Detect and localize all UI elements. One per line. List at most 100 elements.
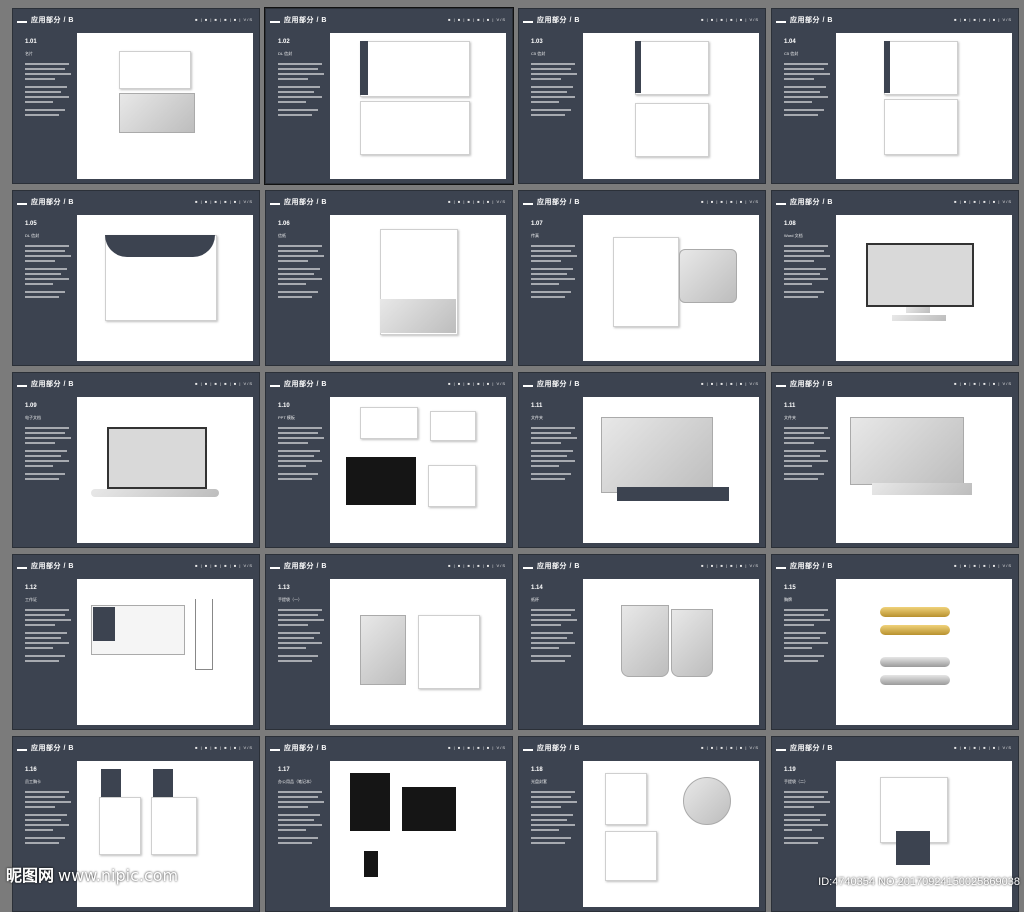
header-notch [776, 203, 786, 205]
section-number: 1.11 [784, 403, 796, 409]
page-thumbnail[interactable]: 应用部分 / B ■ | ■ | ■ | ■ | ■ | V/S 1.17 办公用品（… [265, 736, 513, 912]
header-notch [523, 749, 533, 751]
section-number: 1.03 [531, 39, 543, 45]
page-body: 1.15 胸牌 [778, 579, 1012, 725]
header-section-label: 应用部分 / B [31, 745, 74, 752]
header-nav-marks: ■ | ■ | ■ | ■ | ■ | V/S [195, 563, 253, 568]
description-text-lines [25, 791, 72, 844]
header-notch [523, 21, 533, 23]
mockup-canvas [836, 215, 1012, 361]
page-thumbnail[interactable]: 应用部分 / B ■ | ■ | ■ | ■ | ■ | V/S 1.10 PPT 模… [265, 372, 513, 548]
header-notch [270, 749, 280, 751]
section-title: 胸牌 [784, 597, 792, 602]
description-text-lines [531, 791, 578, 844]
page-body: 1.10 PPT 模板 [272, 397, 506, 543]
image-id-watermark: ID:4740354 NO:20170924150025869038 [818, 876, 1020, 888]
header-notch [523, 203, 533, 205]
page-thumbnail[interactable]: 应用部分 / B ■ | ■ | ■ | ■ | ■ | V/S 1.12 工作证 [12, 554, 260, 730]
mockup-canvas [330, 397, 506, 543]
section-number: 1.02 [278, 39, 290, 45]
header-notch [17, 21, 27, 23]
header-section-label: 应用部分 / B [790, 563, 833, 570]
page-sidebar: 1.05 DL 信封 [19, 215, 77, 361]
header-notch [523, 385, 533, 387]
page-body: 1.17 办公用品（笔记本） [272, 761, 506, 907]
page-body: 1.11 文件夹 [525, 397, 759, 543]
page-thumbnail[interactable]: 应用部分 / B ■ | ■ | ■ | ■ | ■ | V/S 1.09 电子文档 [12, 372, 260, 548]
page-body: 1.01 名片 [19, 33, 253, 179]
mockup-canvas [330, 215, 506, 361]
page-sidebar: 1.07 传真 [525, 215, 583, 361]
mockup-canvas [77, 215, 253, 361]
page-thumbnail-grid: 应用部分 / B ■ | ■ | ■ | ■ | ■ | V/S 1.01 名片 应用部… [12, 7, 1019, 912]
header-section-label: 应用部分 / B [284, 563, 327, 570]
page-thumbnail[interactable]: 应用部分 / B ■ | ■ | ■ | ■ | ■ | V/S 1.03 C5 信封 [518, 8, 766, 184]
section-number: 1.09 [25, 403, 37, 409]
section-title: DL 信封 [278, 51, 293, 56]
header-notch [523, 567, 533, 569]
page-header: 应用部分 / B ■ | ■ | ■ | ■ | ■ | V/S [519, 555, 765, 579]
section-number: 1.16 [25, 767, 37, 773]
header-section-label: 应用部分 / B [537, 381, 580, 388]
section-title: 手提袋（二） [784, 779, 808, 784]
page-body: 1.02 DL 信封 [272, 33, 506, 179]
page-header: 应用部分 / B ■ | ■ | ■ | ■ | ■ | V/S [13, 373, 259, 397]
page-header: 应用部分 / B ■ | ■ | ■ | ■ | ■ | V/S [772, 9, 1018, 33]
page-body: 1.05 DL 信封 [19, 215, 253, 361]
mockup-canvas [330, 761, 506, 907]
header-notch [17, 749, 27, 751]
header-nav-marks: ■ | ■ | ■ | ■ | ■ | V/S [954, 745, 1012, 750]
mockup-canvas [836, 579, 1012, 725]
section-number: 1.15 [784, 585, 796, 591]
mockup-canvas [77, 579, 253, 725]
page-body: 1.09 电子文档 [19, 397, 253, 543]
page-body: 1.12 工作证 [19, 579, 253, 725]
header-section-label: 应用部分 / B [31, 381, 74, 388]
page-thumbnail[interactable]: 应用部分 / B ■ | ■ | ■ | ■ | ■ | V/S 1.01 名片 [12, 8, 260, 184]
nipic-watermark: 昵图网 www.nipic.com [6, 866, 179, 885]
mockup-canvas [583, 579, 759, 725]
description-text-lines [278, 609, 325, 662]
section-title: DL 信封 [25, 233, 40, 238]
header-nav-marks: ■ | ■ | ■ | ■ | ■ | V/S [195, 199, 253, 204]
header-section-label: 应用部分 / B [790, 17, 833, 24]
page-thumbnail[interactable]: 应用部分 / B ■ | ■ | ■ | ■ | ■ | V/S 1.02 DL 信封 [264, 7, 514, 185]
header-nav-marks: ■ | ■ | ■ | ■ | ■ | V/S [448, 17, 506, 22]
page-header: 应用部分 / B ■ | ■ | ■ | ■ | ■ | V/S [772, 555, 1018, 579]
section-title: 工作证 [25, 597, 37, 602]
page-thumbnail[interactable]: 应用部分 / B ■ | ■ | ■ | ■ | ■ | V/S 1.15 胸牌 [771, 554, 1019, 730]
page-thumbnail[interactable]: 应用部分 / B ■ | ■ | ■ | ■ | ■ | V/S 1.08 Word … [771, 190, 1019, 366]
page-body: 1.08 Word 文档 [778, 215, 1012, 361]
description-text-lines [531, 427, 578, 480]
page-sidebar: 1.12 工作证 [19, 579, 77, 725]
header-section-label: 应用部分 / B [31, 563, 74, 570]
page-thumbnail[interactable]: 应用部分 / B ■ | ■ | ■ | ■ | ■ | V/S 1.13 手提袋（一… [265, 554, 513, 730]
header-nav-marks: ■ | ■ | ■ | ■ | ■ | V/S [195, 381, 253, 386]
description-text-lines [278, 63, 325, 116]
page-body: 1.07 传真 [525, 215, 759, 361]
page-thumbnail[interactable]: 应用部分 / B ■ | ■ | ■ | ■ | ■ | V/S 1.06 信纸 [265, 190, 513, 366]
page-sidebar: 1.15 胸牌 [778, 579, 836, 725]
header-notch [776, 749, 786, 751]
page-thumbnail[interactable]: 应用部分 / B ■ | ■ | ■ | ■ | ■ | V/S 1.07 传真 [518, 190, 766, 366]
description-text-lines [25, 245, 72, 298]
section-number: 1.14 [531, 585, 543, 591]
mockup-canvas [836, 397, 1012, 543]
header-notch [17, 385, 27, 387]
page-header: 应用部分 / B ■ | ■ | ■ | ■ | ■ | V/S [13, 9, 259, 33]
page-thumbnail[interactable]: 应用部分 / B ■ | ■ | ■ | ■ | ■ | V/S 1.11 文件夹 [518, 372, 766, 548]
page-thumbnail[interactable]: 应用部分 / B ■ | ■ | ■ | ■ | ■ | V/S 1.04 C5 信封 [771, 8, 1019, 184]
page-body: 1.03 C5 信封 [525, 33, 759, 179]
header-nav-marks: ■ | ■ | ■ | ■ | ■ | V/S [448, 381, 506, 386]
page-header: 应用部分 / B ■ | ■ | ■ | ■ | ■ | V/S [13, 555, 259, 579]
page-thumbnail[interactable]: 应用部分 / B ■ | ■ | ■ | ■ | ■ | V/S 1.11 文件夹 [771, 372, 1019, 548]
header-notch [270, 385, 280, 387]
header-nav-marks: ■ | ■ | ■ | ■ | ■ | V/S [701, 745, 759, 750]
page-thumbnail[interactable]: 应用部分 / B ■ | ■ | ■ | ■ | ■ | V/S 1.05 DL 信封 [12, 190, 260, 366]
section-number: 1.19 [784, 767, 796, 773]
section-title: 文件夹 [531, 415, 543, 420]
page-thumbnail[interactable]: 应用部分 / B ■ | ■ | ■ | ■ | ■ | V/S 1.14 纸杯 [518, 554, 766, 730]
page-thumbnail[interactable]: 应用部分 / B ■ | ■ | ■ | ■ | ■ | V/S 1.18 光盘封套 [518, 736, 766, 912]
page-sidebar: 1.08 Word 文档 [778, 215, 836, 361]
header-nav-marks: ■ | ■ | ■ | ■ | ■ | V/S [701, 563, 759, 568]
